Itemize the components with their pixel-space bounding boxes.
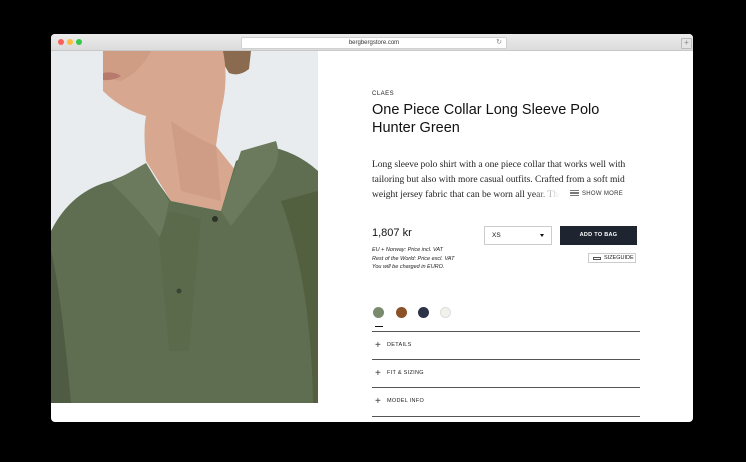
lines-icon: [570, 190, 579, 197]
caret-down-icon: [540, 234, 544, 237]
color-swatch-brown[interactable]: [396, 307, 407, 318]
address-bar[interactable]: bergbergstore.com ↻: [241, 37, 507, 49]
product-price: 1,807 kr: [372, 227, 412, 239]
color-swatch-green[interactable]: [373, 307, 384, 318]
plus-icon: +: [375, 368, 382, 379]
product-brand[interactable]: CLAES: [372, 91, 394, 97]
color-swatch-navy[interactable]: [418, 307, 429, 318]
minimize-window-button[interactable]: [67, 39, 73, 45]
accordion-model-label: MODEL INFO: [387, 398, 425, 404]
close-window-button[interactable]: [58, 39, 64, 45]
address-bar-url: bergbergstore.com: [348, 40, 400, 46]
vat-line-eu: EU + Norway: Price incl. VAT: [372, 247, 443, 253]
vat-info: EU + Norway: Price incl. VAT Rest of the…: [372, 246, 492, 272]
browser-window: bergbergstore.com ↻ + CLAES One Piece Co…: [51, 34, 693, 422]
plus-icon: +: [375, 340, 382, 351]
accordion-model-info[interactable]: + MODEL INFO: [372, 387, 640, 417]
color-swatch-white[interactable]: [440, 307, 451, 318]
maximize-window-button[interactable]: [76, 39, 82, 45]
accordion-fit-label: FIT & SIZING: [387, 370, 424, 376]
show-more-button[interactable]: SHOW MORE: [533, 188, 640, 201]
show-more-label: SHOW MORE: [582, 191, 624, 197]
accordion-details-label: DETAILS: [387, 342, 412, 348]
browser-titlebar: bergbergstore.com ↻ +: [51, 34, 693, 51]
size-select[interactable]: XS: [484, 226, 552, 245]
vat-line-currency: You will be charged in EURO.: [372, 264, 445, 270]
product-title: One Piece Collar Long Sleeve Polo Hunter…: [372, 102, 600, 136]
product-details: CLAES One Piece Collar Long Sleeve Polo …: [318, 51, 693, 422]
product-photo: [51, 51, 318, 403]
new-tab-icon[interactable]: +: [681, 38, 692, 49]
add-to-bag-button[interactable]: ADD TO BAG: [560, 226, 637, 245]
size-select-value: XS: [492, 232, 501, 239]
sizeguide-label: SIZEGUIDE: [604, 255, 634, 261]
selected-swatch-indicator: [375, 326, 383, 327]
accordion-fit-sizing[interactable]: + FIT & SIZING: [372, 359, 640, 388]
ruler-icon: [593, 257, 601, 260]
vat-line-world: Rest of the World: Price excl. VAT: [372, 255, 455, 262]
accordion-details[interactable]: + DETAILS: [372, 331, 640, 360]
reload-icon[interactable]: ↻: [496, 38, 502, 48]
plus-icon: +: [375, 396, 382, 407]
sizeguide-button[interactable]: SIZEGUIDE: [588, 253, 636, 263]
